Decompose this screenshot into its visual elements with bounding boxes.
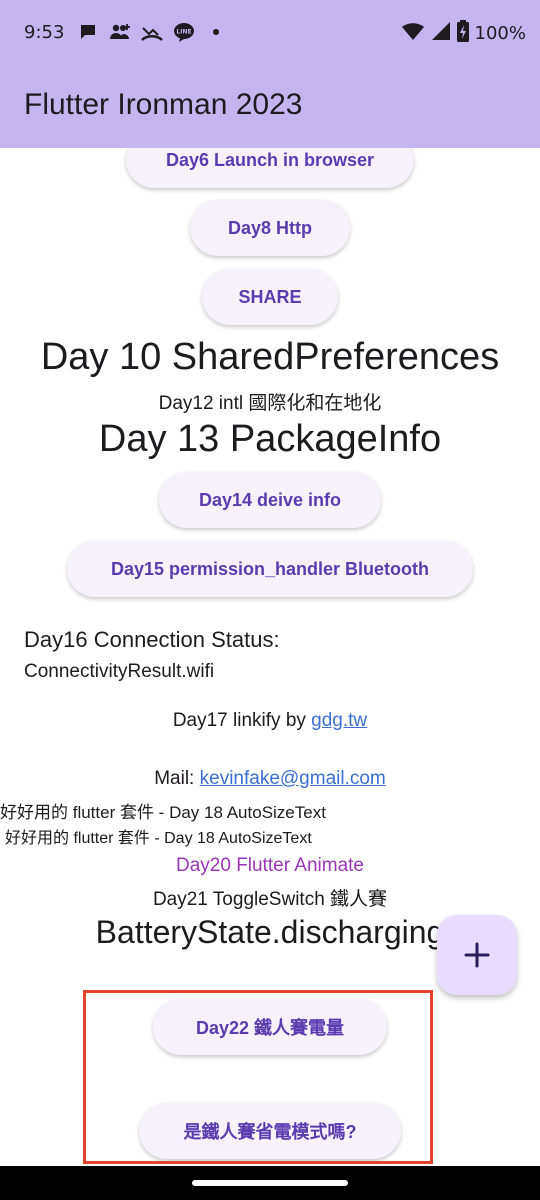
battery-charging-icon	[456, 20, 469, 47]
status-time: 9:53	[24, 22, 65, 43]
package-info-text: Day 13 PackageInfo	[98, 418, 442, 460]
battery-percent: 100%	[474, 23, 526, 44]
wifi-icon	[401, 21, 425, 46]
chat-bubble-icon	[76, 20, 100, 44]
highlight-box	[83, 990, 433, 1164]
autosize-text-2: 好好用的 flutter 套件 - Day 18 AutoSizeText	[5, 830, 312, 847]
missed-call-icon	[140, 20, 164, 44]
add-icon	[464, 942, 490, 968]
add-fab[interactable]	[437, 915, 517, 995]
intl-text: Day12 intl 國際化和在地化	[158, 393, 382, 414]
signal-icon	[431, 21, 451, 46]
group-add-icon	[108, 20, 132, 44]
mail-link[interactable]: kevinfake@gmail.com	[200, 768, 386, 789]
app-title: Flutter Ironman 2023	[24, 88, 303, 121]
line-app-icon: LINE	[172, 20, 196, 44]
dot-icon	[204, 20, 228, 44]
http-button[interactable]: Day8 Http	[190, 200, 350, 256]
screen: 9:53 LINE 100% Flutter Ironman 2023 Day6…	[0, 0, 540, 1200]
content-list[interactable]: Day6 Launch in browser Day8 Http SHARE D…	[0, 148, 540, 1166]
gdg-link[interactable]: gdg.tw	[311, 710, 367, 731]
system-status: 100%	[401, 20, 526, 47]
autosize-text-1: 好好用的 flutter 套件 - Day 18 AutoSizeText	[0, 803, 326, 822]
launch-browser-button[interactable]: Day6 Launch in browser	[126, 148, 414, 188]
share-button[interactable]: SHARE	[202, 269, 338, 325]
toggle-switch-text: Day21 ToggleSwitch 鐵人賽	[152, 889, 388, 910]
svg-text:LINE: LINE	[176, 29, 191, 36]
connection-status-value: ConnectivityResult.wifi	[24, 661, 215, 682]
app-bar: Flutter Ironman 2023	[0, 68, 540, 148]
linkify-prefix: Day17 linkify by	[172, 710, 312, 731]
notification-icons: LINE	[76, 20, 228, 44]
mail-prefix: Mail:	[154, 768, 200, 789]
linkify-text: Day17 linkify by gdg.tw	[0, 710, 540, 732]
flutter-animate-text: Day20 Flutter Animate	[176, 855, 364, 876]
shared-preferences-text: Day 10 SharedPreferences	[40, 336, 500, 378]
status-bar: 9:53 LINE 100%	[0, 0, 540, 68]
connection-status-label: Day16 Connection Status:	[24, 627, 280, 652]
permission-bluetooth-button[interactable]: Day15 permission_handler Bluetooth	[67, 541, 473, 597]
device-info-button[interactable]: Day14 deive info	[159, 472, 381, 528]
mail-text: Mail: kevinfake@gmail.com	[0, 768, 540, 790]
home-gesture-handle[interactable]	[192, 1180, 348, 1186]
